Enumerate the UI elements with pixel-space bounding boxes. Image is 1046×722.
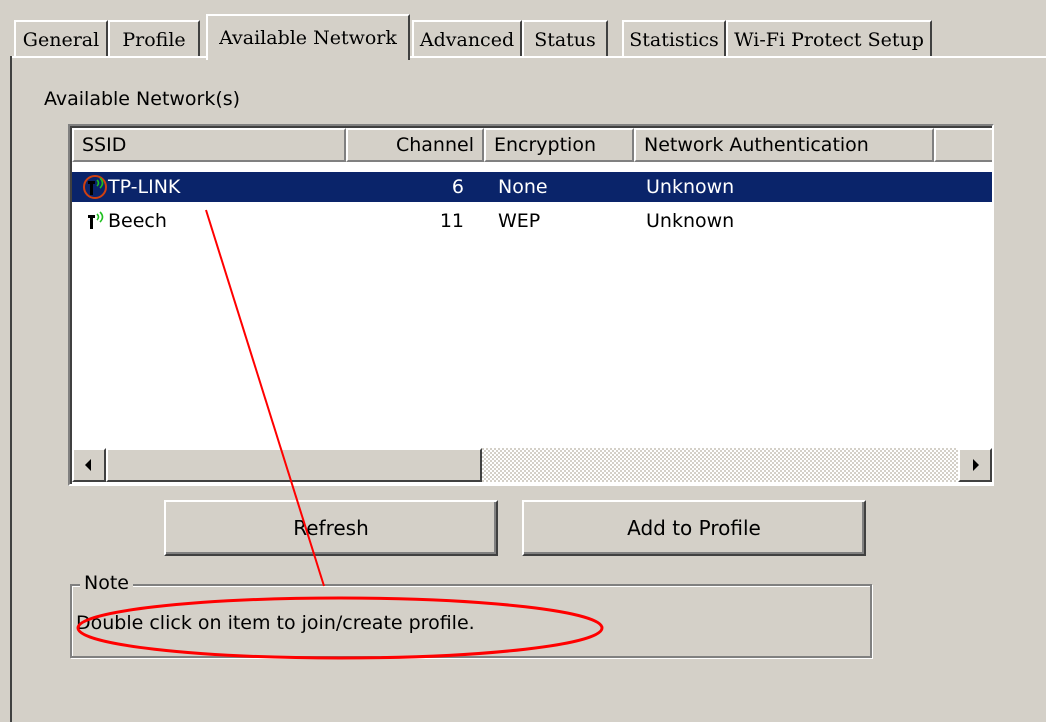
tab-available-network[interactable]: Available Network (206, 14, 410, 60)
scrollbar-thumb[interactable] (106, 448, 482, 482)
scroll-right-button[interactable] (958, 448, 992, 482)
tab-wifi-protect-setup[interactable]: Wi-Fi Protect Setup (726, 20, 932, 58)
column-header-network-authentication[interactable]: Network Authentication (634, 128, 934, 162)
window-left-edge (0, 0, 10, 722)
scroll-left-button[interactable] (72, 448, 106, 482)
tab-profile[interactable]: Profile (108, 20, 200, 58)
ssid-cell: TP-LINK (108, 176, 181, 198)
arrow-right-icon (973, 459, 979, 471)
column-header-encryption[interactable]: Encryption (484, 128, 634, 162)
column-header-channel[interactable]: Channel (346, 128, 484, 162)
column-header-ssid[interactable]: SSID (72, 128, 346, 162)
auth-cell: Unknown (646, 210, 735, 232)
tab-status[interactable]: Status (522, 20, 608, 58)
note-text: Double click on item to join/create prof… (76, 612, 475, 634)
note-title: Note (80, 572, 133, 594)
add-to-profile-button[interactable]: Add to Profile (522, 500, 866, 556)
encryption-cell: None (498, 176, 548, 198)
channel-cell: 6 (451, 176, 464, 198)
network-list[interactable]: SSID Channel Encryption Network Authenti… (68, 124, 994, 486)
ssid-cell: Beech (108, 210, 167, 232)
network-row-tp-link[interactable]: TP-LINK 6 None Unknown (72, 172, 992, 202)
arrow-left-icon (85, 459, 91, 471)
tab-advanced[interactable]: Advanced (412, 20, 522, 58)
horizontal-scrollbar[interactable] (72, 448, 992, 482)
wireless-utility-window: General Profile Available Network Advanc… (0, 0, 1046, 722)
tab-strip: General Profile Available Network Advanc… (14, 14, 1046, 60)
refresh-button[interactable]: Refresh (164, 500, 498, 556)
column-header-blank[interactable] (934, 128, 992, 162)
list-header: SSID Channel Encryption Network Authenti… (72, 128, 992, 162)
channel-cell: 11 (439, 210, 464, 232)
network-row-beech[interactable]: Beech 11 WEP Unknown (72, 206, 992, 236)
available-networks-label: Available Network(s) (44, 88, 241, 110)
panel-edge (10, 56, 12, 722)
auth-cell: Unknown (646, 176, 735, 198)
wifi-signal-icon (83, 175, 107, 199)
wifi-signal-icon (88, 211, 104, 229)
tab-general[interactable]: General (14, 20, 108, 58)
tab-statistics[interactable]: Statistics (622, 20, 726, 58)
encryption-cell: WEP (498, 210, 541, 232)
